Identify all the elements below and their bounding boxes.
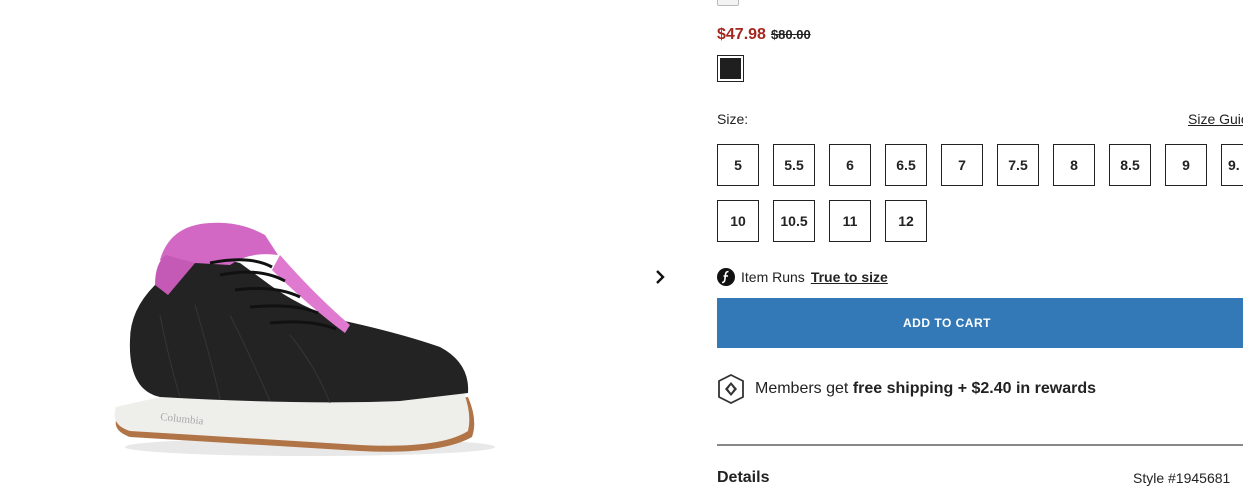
add-to-cart-button[interactable]: ADD TO CART xyxy=(717,298,1243,348)
size-option[interactable]: 7.5 xyxy=(997,144,1039,186)
size-option[interactable]: 6.5 xyxy=(885,144,927,186)
chevron-right-icon xyxy=(656,270,665,284)
size-option[interactable]: 10 xyxy=(717,200,759,242)
style-number: Style #1945681 xyxy=(1133,470,1231,486)
size-option[interactable]: 9 xyxy=(1165,144,1207,186)
size-option[interactable]: 12 xyxy=(885,200,927,242)
members-text-prefix: Members get xyxy=(755,380,853,397)
sale-price: $47.98 xyxy=(717,26,766,43)
original-price: $80.00 xyxy=(770,27,811,42)
rewards-badge-icon xyxy=(718,374,744,404)
size-option[interactable]: 8.5 xyxy=(1109,144,1151,186)
section-divider xyxy=(717,444,1243,446)
fit-prefix: Item Runs xyxy=(741,269,805,285)
product-info-panel: $47.98 $80.00 Size: Size Guic 5 5.5 6 6.… xyxy=(717,0,1243,491)
size-option[interactable]: 5.5 xyxy=(773,144,815,186)
next-image-button[interactable] xyxy=(648,265,672,289)
product-image: Columbia xyxy=(114,222,495,456)
size-option[interactable]: 8 xyxy=(1053,144,1095,186)
details-heading[interactable]: Details xyxy=(717,469,769,487)
size-guide-link[interactable]: Size Guic xyxy=(1188,111,1243,127)
members-text-bold: free shipping + $2.40 in rewards xyxy=(852,380,1097,397)
size-option[interactable]: 10.5 xyxy=(773,200,815,242)
price: $47.98 $80.00 xyxy=(717,26,811,44)
fit-info: Item Runs True to size xyxy=(717,268,888,286)
color-swatch-alt[interactable] xyxy=(717,0,739,6)
size-option[interactable]: 7 xyxy=(941,144,983,186)
color-swatch-fill xyxy=(720,58,741,79)
size-option[interactable]: 9. xyxy=(1221,144,1243,186)
members-promo: Members get free shipping + $2.40 in rew… xyxy=(717,374,1096,404)
size-option[interactable]: 6 xyxy=(829,144,871,186)
size-option[interactable]: 5 xyxy=(717,144,759,186)
color-swatch-selected[interactable] xyxy=(717,55,744,82)
members-text: Members get free shipping + $2.40 in rew… xyxy=(755,380,1096,398)
product-image-gallery: Columbia xyxy=(0,0,700,491)
fit-predictor-icon xyxy=(717,268,735,286)
size-label: Size: xyxy=(717,111,749,127)
size-option[interactable]: 11 xyxy=(829,200,871,242)
fit-value-link[interactable]: True to size xyxy=(811,269,888,285)
add-to-cart-label: ADD TO CART xyxy=(903,316,991,330)
